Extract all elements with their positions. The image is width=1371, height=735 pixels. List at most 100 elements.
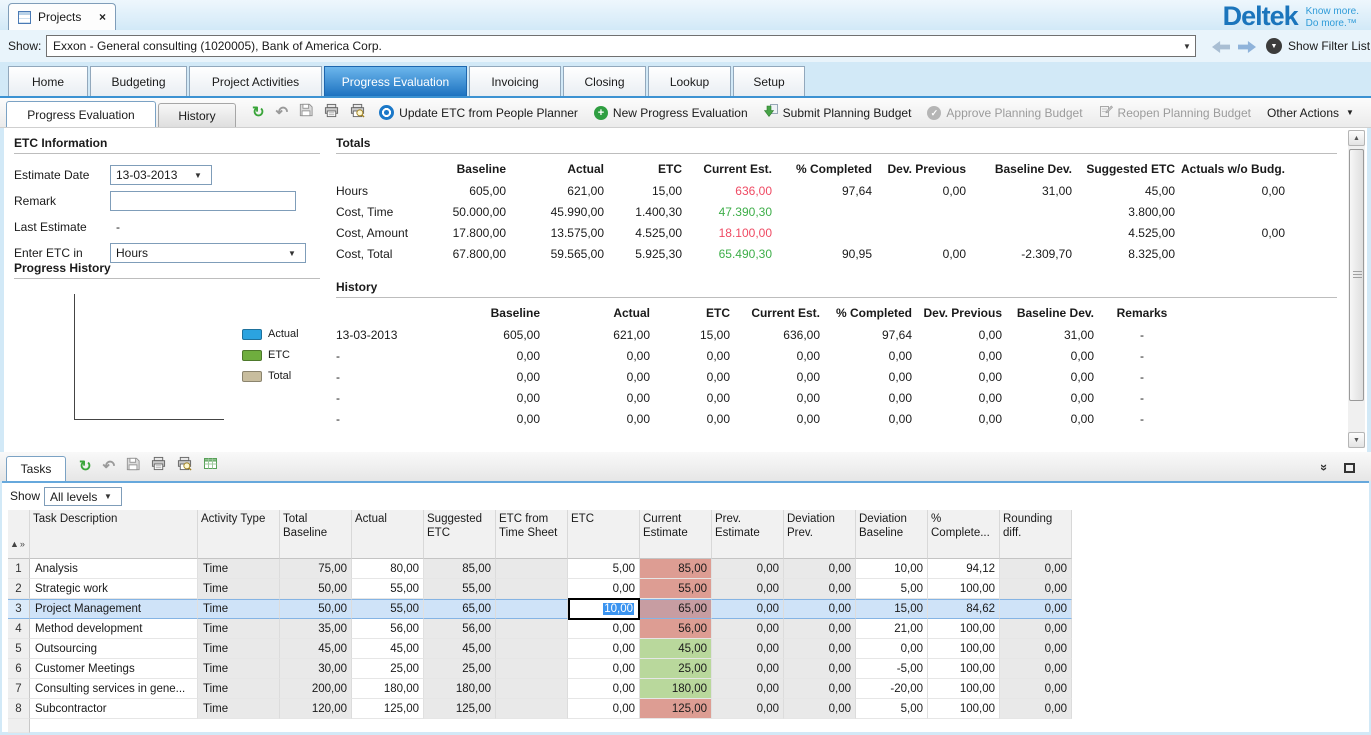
row-number[interactable]: 6 [8,659,30,679]
undo-icon[interactable]: ↶ [276,105,289,120]
cell[interactable]: 55,00 [640,579,712,599]
cell[interactable]: 56,00 [640,619,712,639]
tab-lookup[interactable]: Lookup [648,66,731,96]
cell[interactable] [496,599,568,619]
cell[interactable]: 0,00 [568,579,640,599]
cell[interactable]: 100,00 [928,639,1000,659]
cell[interactable]: 125,00 [424,699,496,719]
cell[interactable]: 100,00 [928,679,1000,699]
cell[interactable]: Time [198,659,280,679]
cell[interactable]: Project Management [30,599,198,619]
reopen-planning-budget-button[interactable]: Reopen Planning Budget [1099,104,1251,121]
cell[interactable]: Outsourcing [30,639,198,659]
cell[interactable]: Time [198,699,280,719]
tab-invoicing[interactable]: Invoicing [469,66,561,96]
table-row[interactable]: 5 Outsourcing Time 45,00 45,00 45,00 0,0… [8,639,1072,659]
cell[interactable]: 0,00 [712,559,784,579]
cell[interactable]: 50,00 [280,599,352,619]
col-header-rounding-diff[interactable]: Rounding diff. [1000,510,1072,559]
row-number[interactable]: 7 [8,679,30,699]
save-icon[interactable] [299,103,313,122]
cell[interactable]: 120,00 [280,699,352,719]
cell[interactable]: 55,00 [352,599,424,619]
cell[interactable]: 0,00 [568,679,640,699]
table-row[interactable]: 2 Strategic work Time 50,00 55,00 55,00 … [8,579,1072,599]
subtab-history[interactable]: History [158,103,236,127]
cell[interactable]: 30,00 [280,659,352,679]
table-row[interactable]: 6 Customer Meetings Time 30,00 25,00 25,… [8,659,1072,679]
cell[interactable]: 180,00 [424,679,496,699]
collapse-panel-icon[interactable]: » [1317,464,1332,471]
tab-budgeting[interactable]: Budgeting [90,66,187,96]
cell[interactable]: 21,00 [856,619,928,639]
cell[interactable]: 200,00 [280,679,352,699]
cell[interactable]: 100,00 [928,659,1000,679]
cell[interactable]: 0,00 [784,559,856,579]
cell[interactable]: 0,00 [1000,559,1072,579]
cell[interactable]: 0,00 [1000,679,1072,699]
cell[interactable] [496,659,568,679]
table-row-selected[interactable]: 3 Project Management Time 50,00 55,00 65… [8,599,1072,619]
cell[interactable] [496,619,568,639]
filter-selector-combobox[interactable]: Exxon - General consulting (1020005), Ba… [46,35,1196,57]
show-levels-select[interactable]: All levels ▼ [44,487,122,506]
col-header-deviation-prev[interactable]: Deviation Prev. [784,510,856,559]
cell[interactable]: 0,00 [568,659,640,679]
cell[interactable]: 125,00 [640,699,712,719]
grid-view-icon[interactable] [203,456,218,476]
cell[interactable]: 0,00 [1000,619,1072,639]
cell[interactable]: 0,00 [1000,599,1072,619]
cell[interactable]: 5,00 [856,579,928,599]
col-header-etc[interactable]: ETC [568,510,640,559]
enter-etc-in-select[interactable]: Hours ▼ [110,243,306,263]
cell[interactable]: 125,00 [352,699,424,719]
print-preview-icon[interactable] [177,456,192,476]
col-header-activity-type[interactable]: Activity Type [198,510,280,559]
cell[interactable]: 25,00 [424,659,496,679]
cell[interactable]: 55,00 [352,579,424,599]
cell[interactable]: Strategic work [30,579,198,599]
close-icon[interactable]: × [99,10,106,24]
cell[interactable]: 15,00 [856,599,928,619]
cell[interactable]: 180,00 [352,679,424,699]
subtab-tasks[interactable]: Tasks [6,456,66,481]
cell[interactable]: 85,00 [424,559,496,579]
tab-home[interactable]: Home [8,66,88,96]
other-actions-button[interactable]: Other Actions ▼ [1267,106,1354,120]
cell[interactable]: 100,00 [928,699,1000,719]
cell[interactable]: 0,00 [784,599,856,619]
projects-document-tab[interactable]: Projects × [8,3,116,30]
subtab-progress-evaluation[interactable]: Progress Evaluation [6,101,156,127]
row-number[interactable]: 1 [8,559,30,579]
approve-planning-budget-button[interactable]: ✓ Approve Planning Budget [927,106,1082,120]
chevron-down-icon[interactable]: ▼ [1179,42,1195,51]
cell[interactable] [496,679,568,699]
cell[interactable]: 56,00 [352,619,424,639]
cell[interactable]: 0,00 [712,579,784,599]
cell[interactable]: Time [198,579,280,599]
refresh-icon[interactable]: ↻ [252,105,265,120]
back-arrow-icon[interactable] [1212,41,1230,53]
cell[interactable]: 0,00 [1000,659,1072,679]
cell[interactable]: 45,00 [640,639,712,659]
cell[interactable]: 25,00 [352,659,424,679]
cell[interactable]: 100,00 [928,579,1000,599]
col-header-etc-from-time-sheet[interactable]: ETC from Time Sheet [496,510,568,559]
cell[interactable]: 0,00 [784,639,856,659]
cell[interactable]: 55,00 [424,579,496,599]
cell[interactable]: Time [198,639,280,659]
cell[interactable]: 84,62 [928,599,1000,619]
tab-setup[interactable]: Setup [733,66,805,96]
row-number[interactable]: 2 [8,579,30,599]
submit-planning-budget-button[interactable]: Submit Planning Budget [764,104,912,121]
cell[interactable]: 0,00 [712,619,784,639]
cell[interactable]: 100,00 [928,619,1000,639]
col-header-actual[interactable]: Actual [352,510,424,559]
cell[interactable]: 0,00 [568,639,640,659]
cell[interactable]: -5,00 [856,659,928,679]
tab-project-activities[interactable]: Project Activities [189,66,322,96]
cell[interactable]: 5,00 [856,699,928,719]
cell[interactable]: Analysis [30,559,198,579]
cell[interactable]: 0,00 [856,639,928,659]
maximize-panel-icon[interactable] [1344,463,1355,473]
